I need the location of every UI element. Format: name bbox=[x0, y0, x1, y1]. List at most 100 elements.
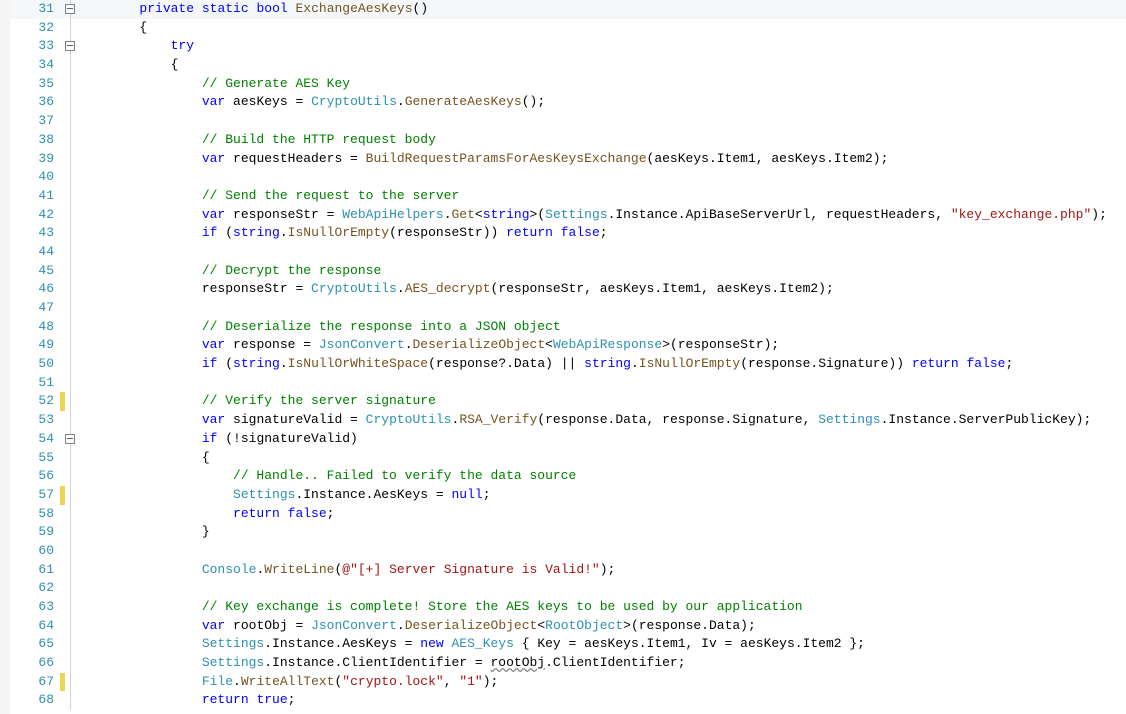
code-content[interactable]: Settings.Instance.AesKeys = new AES_Keys… bbox=[77, 635, 1126, 654]
code-content[interactable]: var response = JsonConvert.DeserializeOb… bbox=[77, 336, 1126, 355]
code-line[interactable]: 31 private static bool ExchangeAesKeys() bbox=[10, 0, 1126, 19]
text-token: } bbox=[202, 524, 210, 539]
code-content[interactable]: Settings.Instance.ClientIdentifier = roo… bbox=[77, 654, 1126, 673]
code-line[interactable]: 67 File.WriteAllText("crypto.lock", "1")… bbox=[10, 673, 1126, 692]
code-content[interactable]: return false; bbox=[77, 505, 1126, 524]
code-line[interactable]: 46 responseStr = CryptoUtils.AES_decrypt… bbox=[10, 280, 1126, 299]
code-content[interactable] bbox=[77, 579, 1126, 598]
code-content[interactable]: // Key exchange is complete! Store the A… bbox=[77, 598, 1126, 617]
code-line[interactable]: 61 Console.WriteLine(@"[+] Server Signat… bbox=[10, 561, 1126, 580]
code-content[interactable]: // Deserialize the response into a JSON … bbox=[77, 318, 1126, 337]
code-line[interactable]: 58 return false; bbox=[10, 505, 1126, 524]
code-content[interactable]: var signatureValid = CryptoUtils.RSA_Ver… bbox=[77, 411, 1126, 430]
code-content[interactable]: var requestHeaders = BuildRequestParamsF… bbox=[77, 150, 1126, 169]
code-content[interactable] bbox=[77, 243, 1126, 262]
code-line[interactable]: 62 bbox=[10, 579, 1126, 598]
text-token: ; bbox=[327, 506, 335, 521]
code-line[interactable]: 39 var requestHeaders = BuildRequestPara… bbox=[10, 150, 1126, 169]
code-line[interactable]: 36 var aesKeys = CryptoUtils.GenerateAes… bbox=[10, 93, 1126, 112]
code-line[interactable]: 56 // Handle.. Failed to verify the data… bbox=[10, 467, 1126, 486]
code-line[interactable]: 60 bbox=[10, 542, 1126, 561]
code-line[interactable]: 52 // Verify the server signature bbox=[10, 392, 1126, 411]
code-content[interactable] bbox=[77, 299, 1126, 318]
code-line[interactable]: 63 // Key exchange is complete! Store th… bbox=[10, 598, 1126, 617]
code-line[interactable]: 66 Settings.Instance.ClientIdentifier = … bbox=[10, 654, 1126, 673]
keyword-token: var bbox=[202, 618, 225, 633]
code-content[interactable] bbox=[77, 374, 1126, 393]
fold-gutter[interactable] bbox=[65, 37, 77, 56]
fold-gutter[interactable] bbox=[65, 0, 77, 19]
text-token: .Instance.ClientIdentifier = bbox=[264, 655, 490, 670]
code-line[interactable]: 54 if (!signatureValid) bbox=[10, 430, 1126, 449]
code-line[interactable]: 37 bbox=[10, 112, 1126, 131]
comment-token: // Decrypt the response bbox=[202, 263, 381, 278]
code-content[interactable]: var rootObj = JsonConvert.DeserializeObj… bbox=[77, 617, 1126, 636]
text-token: () bbox=[413, 1, 429, 16]
code-line[interactable]: 65 Settings.Instance.AesKeys = new AES_K… bbox=[10, 635, 1126, 654]
code-line[interactable]: 51 bbox=[10, 374, 1126, 393]
code-content[interactable]: Settings.Instance.AesKeys = null; bbox=[77, 486, 1126, 505]
code-content[interactable]: return true; bbox=[77, 691, 1126, 710]
code-content[interactable]: Console.WriteLine(@"[+] Server Signature… bbox=[77, 561, 1126, 580]
code-content[interactable]: responseStr = CryptoUtils.AES_decrypt(re… bbox=[77, 280, 1126, 299]
code-content[interactable]: // Build the HTTP request body bbox=[77, 131, 1126, 150]
code-content[interactable]: { bbox=[77, 56, 1126, 75]
code-content[interactable]: // Generate AES Key bbox=[77, 75, 1126, 94]
code-content[interactable]: // Send the request to the server bbox=[77, 187, 1126, 206]
code-content[interactable]: if (string.IsNullOrEmpty(responseStr)) r… bbox=[77, 224, 1126, 243]
code-line[interactable]: 44 bbox=[10, 243, 1126, 262]
code-line[interactable]: 68 return true; bbox=[10, 691, 1126, 710]
fold-toggle-icon[interactable] bbox=[65, 434, 75, 444]
code-line[interactable]: 43 if (string.IsNullOrEmpty(responseStr)… bbox=[10, 224, 1126, 243]
code-line[interactable]: 49 var response = JsonConvert.Deserializ… bbox=[10, 336, 1126, 355]
code-line[interactable]: 57 Settings.Instance.AesKeys = null; bbox=[10, 486, 1126, 505]
code-content[interactable]: if (!signatureValid) bbox=[77, 430, 1126, 449]
keyword-token: if bbox=[202, 225, 218, 240]
code-editor[interactable]: 2 references 31 private static bool Exch… bbox=[0, 0, 1126, 714]
code-content[interactable]: try bbox=[77, 37, 1126, 56]
code-content[interactable]: File.WriteAllText("crypto.lock", "1"); bbox=[77, 673, 1126, 692]
code-line[interactable]: 59 } bbox=[10, 523, 1126, 542]
code-line[interactable]: 47 bbox=[10, 299, 1126, 318]
code-content[interactable] bbox=[77, 542, 1126, 561]
code-line[interactable]: 53 var signatureValid = CryptoUtils.RSA_… bbox=[10, 411, 1126, 430]
code-line[interactable]: 64 var rootObj = JsonConvert.Deserialize… bbox=[10, 617, 1126, 636]
code-line[interactable]: 32 { bbox=[10, 19, 1126, 38]
string-token: "key_exchange.php" bbox=[951, 207, 1091, 222]
code-line[interactable]: 55 { bbox=[10, 449, 1126, 468]
code-line[interactable]: 34 { bbox=[10, 56, 1126, 75]
code-content[interactable]: var responseStr = WebApiHelpers.Get<stri… bbox=[77, 206, 1126, 225]
code-content[interactable]: // Verify the server signature bbox=[77, 392, 1126, 411]
code-content[interactable]: private static bool ExchangeAesKeys() bbox=[77, 0, 1126, 19]
fold-gutter bbox=[65, 598, 77, 617]
keyword-token: true bbox=[256, 692, 287, 707]
line-number: 63 bbox=[10, 598, 60, 617]
code-content[interactable]: { bbox=[77, 19, 1126, 38]
fold-gutter[interactable] bbox=[65, 430, 77, 449]
text-token: (!signatureValid) bbox=[217, 431, 357, 446]
code-line[interactable]: 35 // Generate AES Key bbox=[10, 75, 1126, 94]
code-line[interactable]: 33 try bbox=[10, 37, 1126, 56]
code-content[interactable]: var aesKeys = CryptoUtils.GenerateAesKey… bbox=[77, 93, 1126, 112]
code-line[interactable]: 50 if (string.IsNullOrWhiteSpace(respons… bbox=[10, 355, 1126, 374]
code-content[interactable]: // Handle.. Failed to verify the data so… bbox=[77, 467, 1126, 486]
fold-toggle-icon[interactable] bbox=[65, 4, 75, 14]
keyword-token: false bbox=[288, 506, 327, 521]
code-content[interactable]: if (string.IsNullOrWhiteSpace(response?.… bbox=[77, 355, 1126, 374]
code-line[interactable]: 42 var responseStr = WebApiHelpers.Get<s… bbox=[10, 206, 1126, 225]
code-content[interactable] bbox=[77, 168, 1126, 187]
code-line[interactable]: 41 // Send the request to the server bbox=[10, 187, 1126, 206]
line-number: 48 bbox=[10, 318, 60, 337]
text-token: . bbox=[397, 94, 405, 109]
code-line[interactable]: 45 // Decrypt the response bbox=[10, 262, 1126, 281]
code-content[interactable] bbox=[77, 112, 1126, 131]
code-line[interactable]: 40 bbox=[10, 168, 1126, 187]
code-content[interactable]: } bbox=[77, 523, 1126, 542]
fold-toggle-icon[interactable] bbox=[65, 41, 75, 51]
type-token: RootObject bbox=[545, 618, 623, 633]
code-content[interactable]: { bbox=[77, 449, 1126, 468]
code-line[interactable]: 38 // Build the HTTP request body bbox=[10, 131, 1126, 150]
comment-token: // Handle.. Failed to verify the data so… bbox=[233, 468, 576, 483]
code-line[interactable]: 48 // Deserialize the response into a JS… bbox=[10, 318, 1126, 337]
code-content[interactable]: // Decrypt the response bbox=[77, 262, 1126, 281]
